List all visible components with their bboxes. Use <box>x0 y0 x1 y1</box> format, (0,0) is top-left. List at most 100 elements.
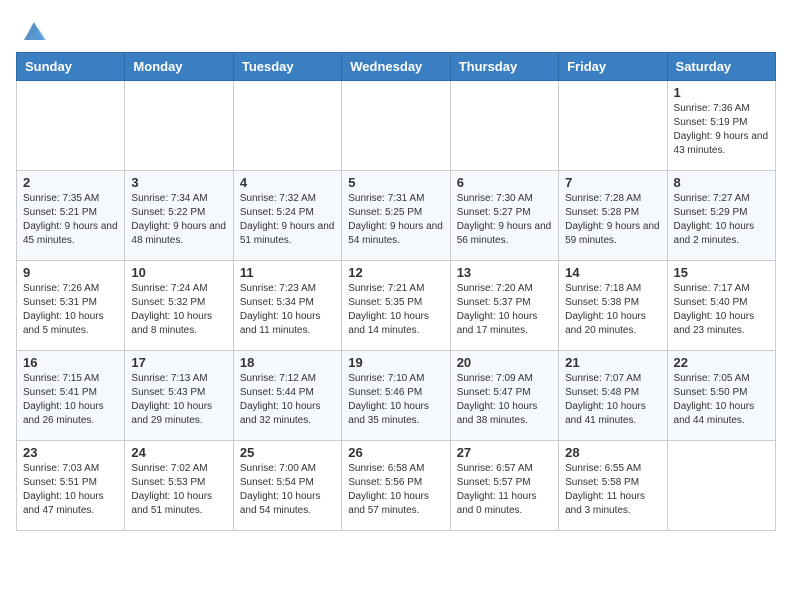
day-number: 7 <box>565 175 660 190</box>
calendar-cell: 7 Sunrise: 7:28 AM Sunset: 5:28 PM Daylig… <box>559 171 667 261</box>
calendar-cell: 1 Sunrise: 7:36 AM Sunset: 5:19 PM Daylig… <box>667 81 775 171</box>
day-info: Sunrise: 7:15 AM Sunset: 5:41 PM Dayligh… <box>23 372 118 428</box>
calendar-cell: 11 Sunrise: 7:23 AM Sunset: 5:34 PM Dayli… <box>233 261 341 351</box>
calendar-cell: 18 Sunrise: 7:12 AM Sunset: 5:44 PM Dayli… <box>233 351 341 441</box>
calendar-cell: 14 Sunrise: 7:18 AM Sunset: 5:38 PM Dayli… <box>559 261 667 351</box>
weekday-header-monday: Monday <box>125 53 233 81</box>
weekday-header-sunday: Sunday <box>17 53 125 81</box>
calendar-cell <box>233 81 341 171</box>
day-info: Sunrise: 7:21 AM Sunset: 5:35 PM Dayligh… <box>348 282 443 338</box>
calendar-cell: 26 Sunrise: 6:58 AM Sunset: 5:56 PM Dayli… <box>342 441 450 531</box>
calendar-cell: 28 Sunrise: 6:55 AM Sunset: 5:58 PM Dayli… <box>559 441 667 531</box>
day-number: 8 <box>674 175 769 190</box>
calendar-cell: 2 Sunrise: 7:35 AM Sunset: 5:21 PM Daylig… <box>17 171 125 261</box>
day-number: 10 <box>131 265 226 280</box>
calendar-cell: 23Sunrise: 7:03 AM Sunset: 5:51 PM Dayli… <box>17 441 125 531</box>
day-number: 25 <box>240 445 335 460</box>
day-number: 15 <box>674 265 769 280</box>
day-info: Sunrise: 7:17 AM Sunset: 5:40 PM Dayligh… <box>674 282 769 338</box>
day-number: 3 <box>131 175 226 190</box>
weekday-header-saturday: Saturday <box>667 53 775 81</box>
day-number: 26 <box>348 445 443 460</box>
day-info: Sunrise: 7:05 AM Sunset: 5:50 PM Dayligh… <box>674 372 769 428</box>
calendar-cell: 5Sunrise: 7:31 AM Sunset: 5:25 PM Daylig… <box>342 171 450 261</box>
day-info: Sunrise: 7:00 AM Sunset: 5:54 PM Dayligh… <box>240 462 335 518</box>
calendar-cell: 22 Sunrise: 7:05 AM Sunset: 5:50 PM Dayli… <box>667 351 775 441</box>
day-info: Sunrise: 7:13 AM Sunset: 5:43 PM Dayligh… <box>131 372 226 428</box>
day-number: 16 <box>23 355 118 370</box>
calendar-week-row: 1 Sunrise: 7:36 AM Sunset: 5:19 PM Daylig… <box>17 81 776 171</box>
calendar-cell: 6 Sunrise: 7:30 AM Sunset: 5:27 PM Daylig… <box>450 171 558 261</box>
day-info: Sunrise: 7:26 AM Sunset: 5:31 PM Dayligh… <box>23 282 118 338</box>
weekday-header-tuesday: Tuesday <box>233 53 341 81</box>
calendar-week-row: 23Sunrise: 7:03 AM Sunset: 5:51 PM Dayli… <box>17 441 776 531</box>
calendar-cell <box>342 81 450 171</box>
day-info: Sunrise: 7:10 AM Sunset: 5:46 PM Dayligh… <box>348 372 443 428</box>
calendar-cell: 21Sunrise: 7:07 AM Sunset: 5:48 PM Dayli… <box>559 351 667 441</box>
day-info: Sunrise: 7:27 AM Sunset: 5:29 PM Dayligh… <box>674 192 769 248</box>
day-info: Sunrise: 7:34 AM Sunset: 5:22 PM Dayligh… <box>131 192 226 248</box>
day-info: Sunrise: 7:32 AM Sunset: 5:24 PM Dayligh… <box>240 192 335 248</box>
day-number: 20 <box>457 355 552 370</box>
calendar-week-row: 2 Sunrise: 7:35 AM Sunset: 5:21 PM Daylig… <box>17 171 776 261</box>
day-number: 27 <box>457 445 552 460</box>
calendar-cell: 25 Sunrise: 7:00 AM Sunset: 5:54 PM Dayli… <box>233 441 341 531</box>
page-header <box>16 16 776 44</box>
day-number: 1 <box>674 85 769 100</box>
day-number: 6 <box>457 175 552 190</box>
weekday-header-thursday: Thursday <box>450 53 558 81</box>
logo <box>16 16 48 44</box>
weekday-header-wednesday: Wednesday <box>342 53 450 81</box>
day-number: 24 <box>131 445 226 460</box>
day-number: 19 <box>348 355 443 370</box>
calendar-cell: 8 Sunrise: 7:27 AM Sunset: 5:29 PM Daylig… <box>667 171 775 261</box>
day-number: 18 <box>240 355 335 370</box>
day-number: 14 <box>565 265 660 280</box>
calendar-cell: 10 Sunrise: 7:24 AM Sunset: 5:32 PM Dayli… <box>125 261 233 351</box>
calendar-cell <box>125 81 233 171</box>
day-number: 28 <box>565 445 660 460</box>
day-number: 21 <box>565 355 660 370</box>
calendar-week-row: 9 Sunrise: 7:26 AM Sunset: 5:31 PM Daylig… <box>17 261 776 351</box>
day-info: Sunrise: 7:23 AM Sunset: 5:34 PM Dayligh… <box>240 282 335 338</box>
calendar-cell: 24Sunrise: 7:02 AM Sunset: 5:53 PM Dayli… <box>125 441 233 531</box>
day-info: Sunrise: 7:24 AM Sunset: 5:32 PM Dayligh… <box>131 282 226 338</box>
day-number: 22 <box>674 355 769 370</box>
calendar-cell <box>559 81 667 171</box>
day-info: Sunrise: 7:36 AM Sunset: 5:19 PM Dayligh… <box>674 102 769 158</box>
calendar-cell: 12 Sunrise: 7:21 AM Sunset: 5:35 PM Dayli… <box>342 261 450 351</box>
logo-icon <box>20 16 48 44</box>
calendar-cell: 3 Sunrise: 7:34 AM Sunset: 5:22 PM Daylig… <box>125 171 233 261</box>
day-number: 2 <box>23 175 118 190</box>
day-info: Sunrise: 7:03 AM Sunset: 5:51 PM Dayligh… <box>23 462 118 518</box>
calendar-cell: 9 Sunrise: 7:26 AM Sunset: 5:31 PM Daylig… <box>17 261 125 351</box>
calendar-header-row: SundayMondayTuesdayWednesdayThursdayFrid… <box>17 53 776 81</box>
day-info: Sunrise: 7:31 AM Sunset: 5:25 PM Dayligh… <box>348 192 443 248</box>
calendar-cell: 15 Sunrise: 7:17 AM Sunset: 5:40 PM Dayli… <box>667 261 775 351</box>
day-number: 12 <box>348 265 443 280</box>
day-info: Sunrise: 7:18 AM Sunset: 5:38 PM Dayligh… <box>565 282 660 338</box>
calendar-week-row: 16 Sunrise: 7:15 AM Sunset: 5:41 PM Dayli… <box>17 351 776 441</box>
day-number: 11 <box>240 265 335 280</box>
calendar-cell: 4Sunrise: 7:32 AM Sunset: 5:24 PM Daylig… <box>233 171 341 261</box>
day-number: 9 <box>23 265 118 280</box>
day-info: Sunrise: 7:30 AM Sunset: 5:27 PM Dayligh… <box>457 192 552 248</box>
day-info: Sunrise: 7:09 AM Sunset: 5:47 PM Dayligh… <box>457 372 552 428</box>
day-info: Sunrise: 6:55 AM Sunset: 5:58 PM Dayligh… <box>565 462 660 518</box>
calendar-cell: 27Sunrise: 6:57 AM Sunset: 5:57 PM Dayli… <box>450 441 558 531</box>
day-info: Sunrise: 6:58 AM Sunset: 5:56 PM Dayligh… <box>348 462 443 518</box>
weekday-header-friday: Friday <box>559 53 667 81</box>
day-number: 13 <box>457 265 552 280</box>
day-info: Sunrise: 7:12 AM Sunset: 5:44 PM Dayligh… <box>240 372 335 428</box>
day-number: 17 <box>131 355 226 370</box>
day-info: Sunrise: 7:35 AM Sunset: 5:21 PM Dayligh… <box>23 192 118 248</box>
calendar-cell: 13 Sunrise: 7:20 AM Sunset: 5:37 PM Dayli… <box>450 261 558 351</box>
calendar-table: SundayMondayTuesdayWednesdayThursdayFrid… <box>16 52 776 531</box>
calendar-cell <box>17 81 125 171</box>
calendar-cell: 16 Sunrise: 7:15 AM Sunset: 5:41 PM Dayli… <box>17 351 125 441</box>
calendar-cell: 19 Sunrise: 7:10 AM Sunset: 5:46 PM Dayli… <box>342 351 450 441</box>
calendar-cell: 20 Sunrise: 7:09 AM Sunset: 5:47 PM Dayli… <box>450 351 558 441</box>
calendar-cell <box>450 81 558 171</box>
day-info: Sunrise: 7:20 AM Sunset: 5:37 PM Dayligh… <box>457 282 552 338</box>
day-info: Sunrise: 7:28 AM Sunset: 5:28 PM Dayligh… <box>565 192 660 248</box>
